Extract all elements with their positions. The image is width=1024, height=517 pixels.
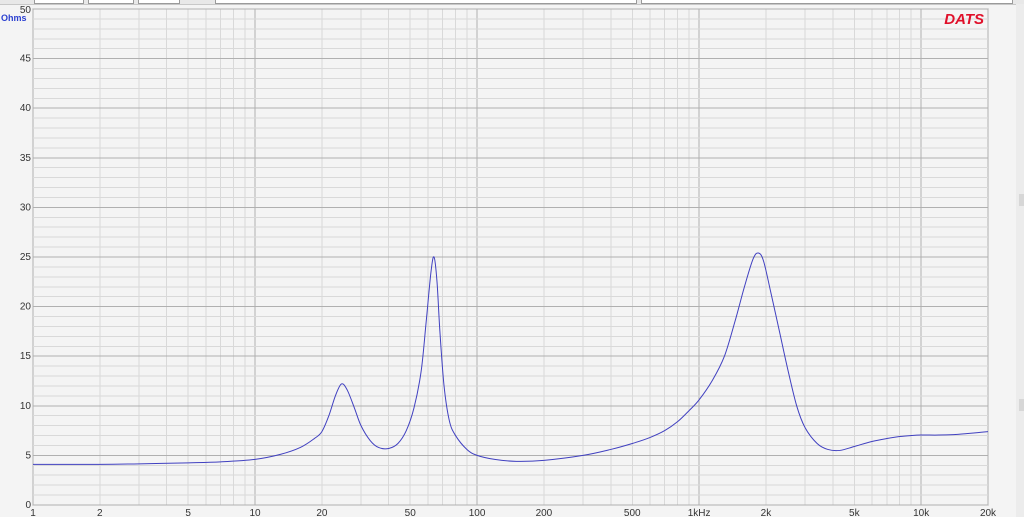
x-tick-label: 5 (185, 508, 191, 517)
panel-marker (1019, 194, 1024, 206)
y-tick-label: 10 (20, 401, 32, 412)
x-tick-label: 500 (624, 508, 641, 517)
x-tick-label: 50 (405, 508, 417, 517)
x-tick-label: 1kHz (688, 508, 711, 517)
x-axis-ticks: 1 2 5 10 20 50 100 200 500 1kHz 2k 5k 10k 20k (30, 508, 997, 517)
x-tick-label: 200 (536, 508, 553, 517)
y-tick-label: 25 (20, 252, 32, 263)
x-tick-label: 2 (97, 508, 103, 517)
y-tick-label: 40 (20, 103, 32, 114)
x-tick-label: 5k (849, 508, 861, 517)
y-tick-label: 20 (20, 302, 32, 313)
panel-marker (1019, 399, 1024, 411)
y-tick-label: 45 (20, 54, 32, 65)
y-axis-label: Ohms (1, 13, 27, 23)
y-tick-label: 15 (20, 351, 32, 362)
x-tick-label: 20 (316, 508, 328, 517)
x-tick-label: 2k (761, 508, 773, 517)
y-tick-label: 5 (25, 450, 31, 461)
right-edge-panel (1016, 4, 1024, 517)
dats-impedance-window: 0 5 10 15 20 25 30 35 40 45 50 1 2 5 10 20 50 100 200 500 1… (0, 0, 1024, 517)
x-tick-label: 1 (30, 508, 36, 517)
x-tick-label: 10k (913, 508, 930, 517)
impedance-chart: 05101520253035404550 1 2 5 10 20 50 100 200 500 1… (1, 5, 997, 517)
x-tick-label: 100 (469, 508, 486, 517)
y-tick-label: 35 (20, 153, 32, 164)
y-tick-label: 30 (20, 202, 32, 213)
x-tick-label: 10 (249, 508, 261, 517)
y-axis-ticks: 05101520253035404550 (20, 5, 32, 511)
x-tick-label: 20k (980, 508, 997, 517)
dats-logo: DATS (944, 11, 984, 28)
